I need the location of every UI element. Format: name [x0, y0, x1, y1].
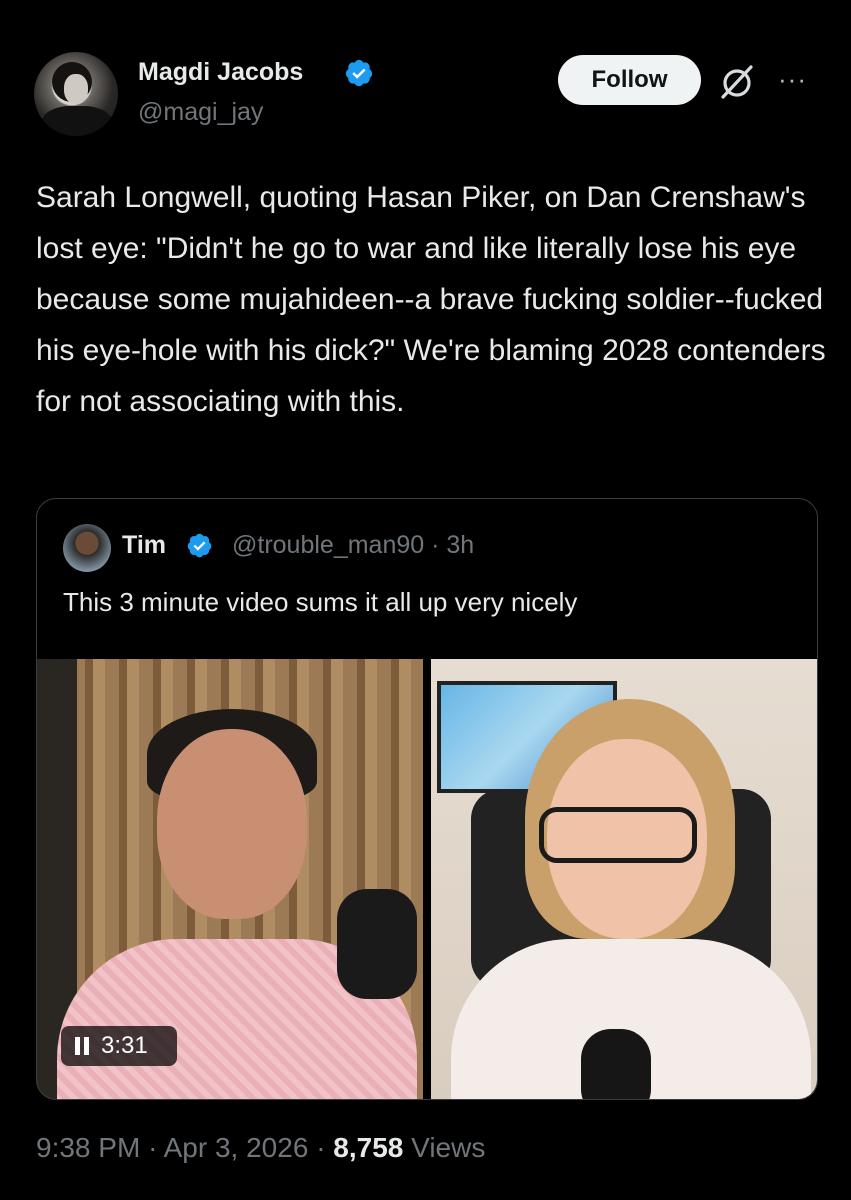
author-name[interactable]: Magdi Jacobs	[138, 58, 303, 87]
author-avatar[interactable]	[34, 52, 118, 136]
video-timer-badge[interactable]: 3:31	[61, 1026, 177, 1066]
views-label: Views	[411, 1132, 486, 1163]
verified-badge-icon	[345, 59, 373, 87]
tweet-date[interactable]: Apr 3, 2026	[164, 1132, 309, 1163]
quoted-author-avatar[interactable]	[63, 524, 111, 572]
avatar-face	[64, 74, 88, 104]
pause-icon[interactable]	[75, 1037, 89, 1055]
tweet-text: Sarah Longwell, quoting Hasan Piker, on …	[36, 181, 826, 418]
views-count[interactable]: 8,758	[333, 1132, 403, 1163]
meta-separator: ·	[148, 1132, 158, 1163]
quoted-tweet-text: This 3 minute video sums it all up very …	[63, 587, 578, 617]
quoted-author-name[interactable]: Tim	[122, 531, 166, 560]
video-duration: 3:31	[101, 1032, 148, 1059]
meta-separator: ·	[316, 1132, 326, 1163]
tweet-time[interactable]: 9:38 PM	[36, 1132, 140, 1163]
quoted-author-handle[interactable]: @trouble_man90	[232, 531, 424, 559]
follow-button[interactable]: Follow	[558, 55, 701, 105]
quoted-verified-badge-icon	[187, 533, 212, 558]
avatar-body	[42, 106, 112, 136]
video-player[interactable]: 3:31	[37, 659, 817, 1099]
quoted-separator: ·	[431, 531, 440, 559]
quoted-tweet-card[interactable]: Tim @trouble_man90 · 3h This 3 minute vi…	[36, 498, 818, 1100]
quoted-timestamp[interactable]: 3h	[446, 531, 474, 559]
quoted-handle-line: @trouble_man90 · 3h	[232, 531, 474, 560]
tweet-meta: 9:38 PM · Apr 3, 2026 · 8,758 Views	[36, 1132, 485, 1164]
video-left-face	[157, 729, 307, 919]
more-icon[interactable]: ···	[778, 64, 818, 94]
grok-icon[interactable]	[714, 58, 760, 104]
video-left-microphone	[337, 889, 417, 999]
video-right-microphone	[581, 1029, 651, 1099]
author-handle[interactable]: @magi_jay	[138, 98, 263, 127]
video-right-pane	[431, 659, 817, 1099]
video-right-glasses	[539, 807, 697, 863]
